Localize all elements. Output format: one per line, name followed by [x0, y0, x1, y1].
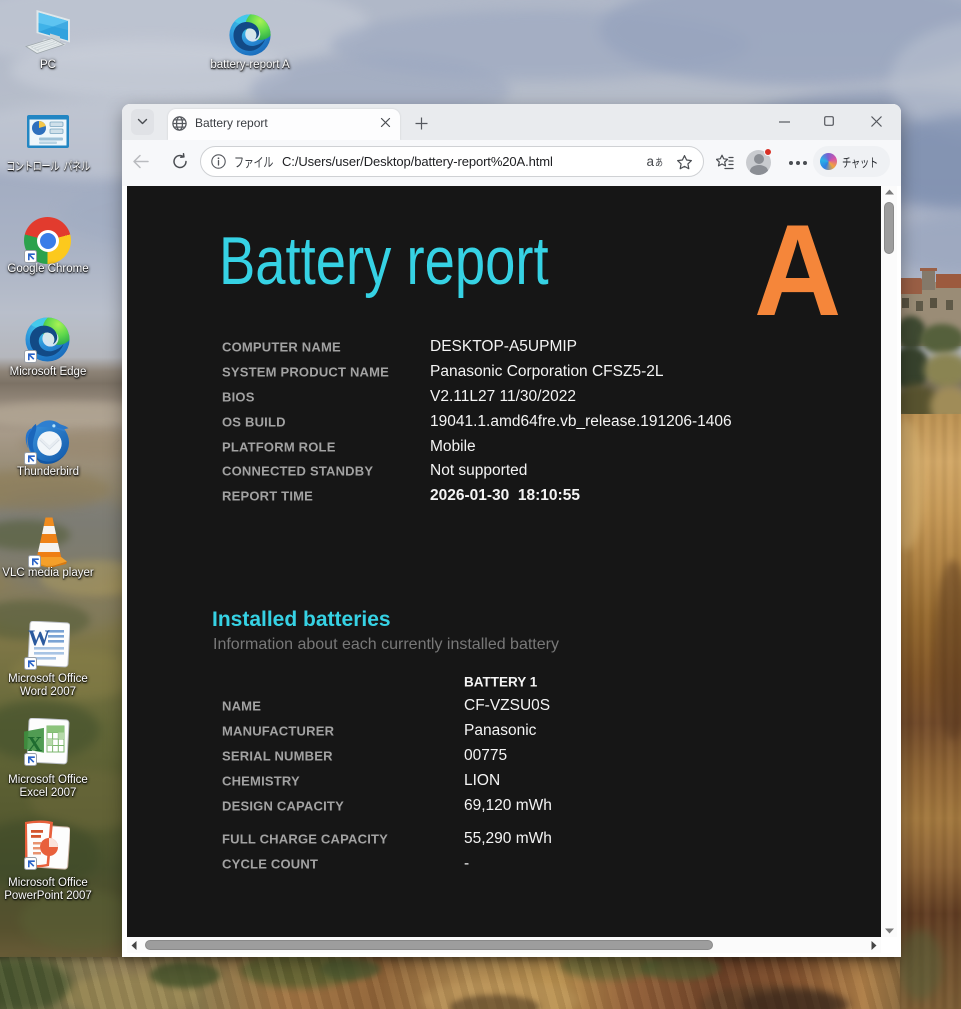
- svg-text:W: W: [28, 625, 50, 650]
